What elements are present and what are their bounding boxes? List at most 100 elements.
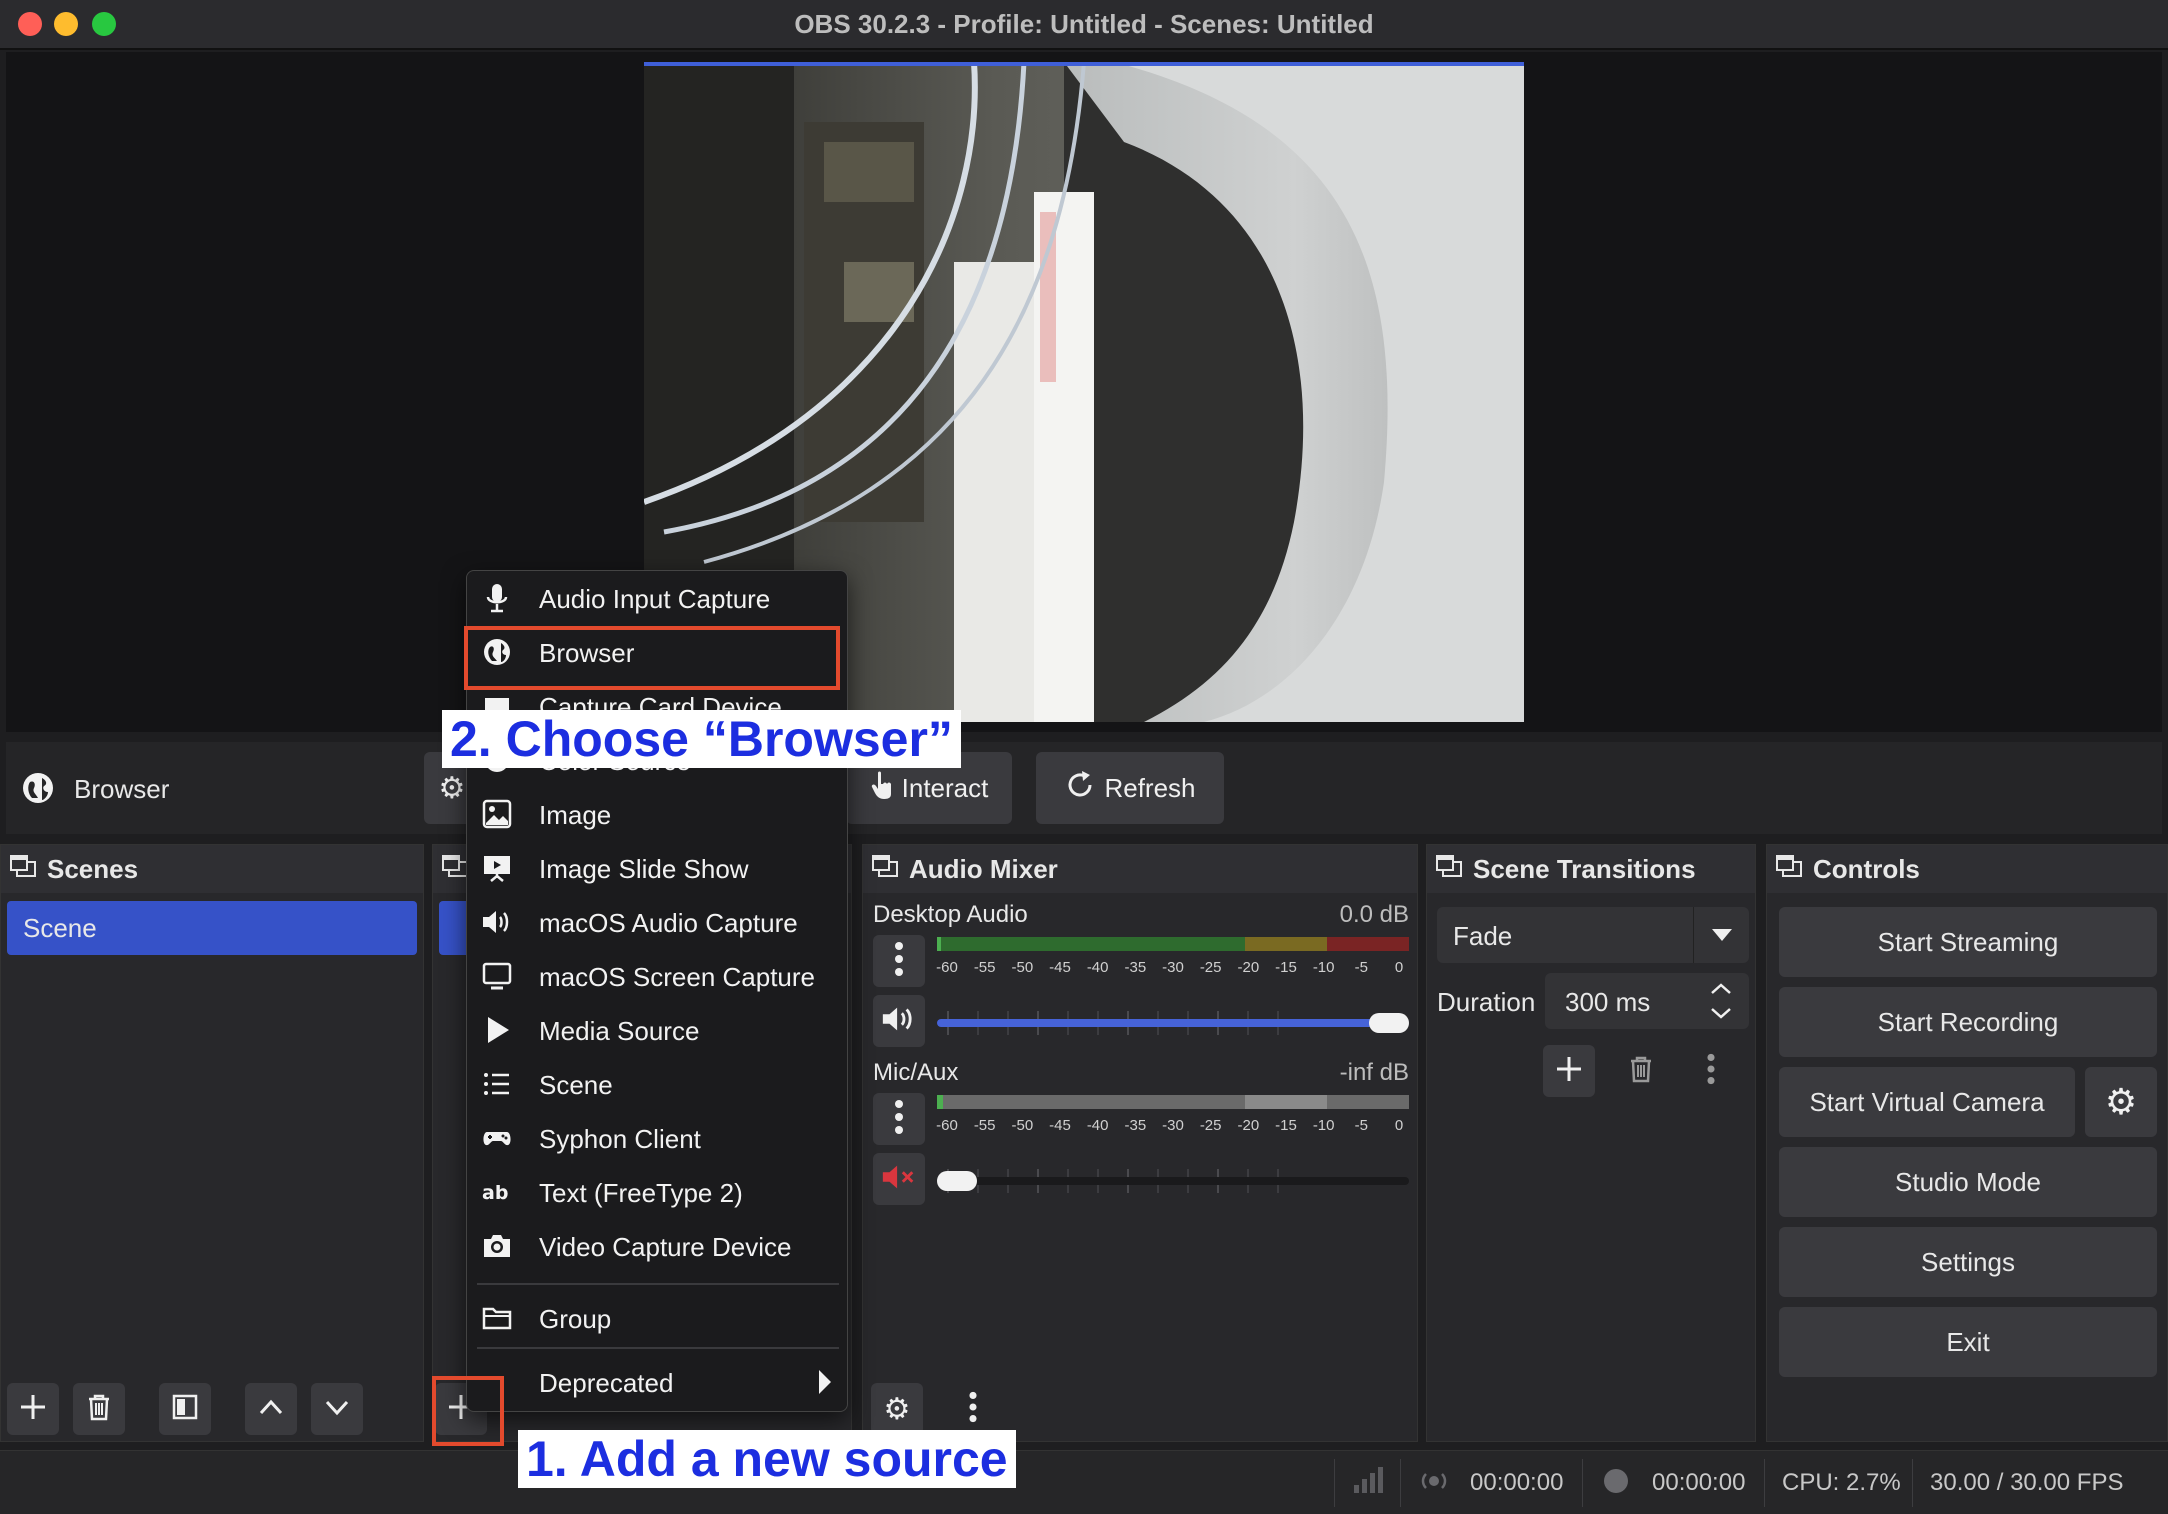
menu-item-label: macOS Audio Capture (539, 908, 798, 938)
controls-dock: Controls Start Streaming Start Recording… (1766, 844, 2168, 1442)
transition-select[interactable]: Fade (1437, 907, 1749, 963)
microphone-icon (479, 580, 515, 616)
source-toolbar: Browser ⚙ Interact Refresh (6, 742, 2162, 834)
hand-pointer-icon (870, 770, 894, 807)
meter-scale-label: 0 (1394, 959, 1404, 976)
menu-item-label: macOS Screen Capture (539, 962, 816, 992)
scene-transitions-dock: Scene Transitions Fade Duration 300 ms (1426, 844, 1756, 1442)
speaker-icon (479, 904, 515, 940)
scenes-title: Scenes (47, 853, 139, 884)
desktop-audio-mute-button[interactable] (873, 995, 925, 1047)
menu-item-text-freetype-2[interactable]: ab Text (FreeType 2) (467, 1165, 847, 1219)
move-scene-up-button[interactable] (245, 1383, 297, 1435)
meter-scale-label: -10 (1312, 959, 1335, 976)
menu-item-video-capture-device[interactable]: Video Capture Device (467, 1219, 847, 1273)
desktop-audio-volume-slider[interactable] (937, 1013, 1409, 1033)
scene-list-item[interactable]: Scene (7, 901, 417, 955)
menu-item-group[interactable]: Group (467, 1291, 847, 1345)
mic-aux-scale: -60 -55 -50 -45 -40 -35 -30 -25 -20 -15 -10 -5 0 (936, 1115, 1409, 1137)
meter-scale-label: -60 (936, 1117, 958, 1134)
menu-item-macos-audio-capture[interactable]: macOS Audio Capture (467, 895, 847, 949)
move-scene-down-button[interactable] (311, 1383, 363, 1435)
mic-aux-mute-button[interactable] (873, 1153, 925, 1205)
menu-item-label: Deprecated (539, 1368, 674, 1398)
selected-source-name: Browser (74, 774, 170, 804)
meter-scale-label: -15 (1275, 959, 1297, 976)
menu-item-label: Image (539, 800, 612, 830)
start-virtual-camera-button[interactable]: Start Virtual Camera (1779, 1067, 2075, 1137)
scene-filters-button[interactable] (159, 1383, 211, 1435)
menu-item-macos-screen-capture[interactable]: macOS Screen Capture (467, 949, 847, 1003)
start-streaming-button[interactable]: Start Streaming (1779, 907, 2157, 977)
menu-item-label: Text (FreeType 2) (539, 1178, 743, 1208)
menu-item-audio-input-capture[interactable]: Audio Input Capture (467, 571, 847, 625)
speaker-muted-icon (880, 1161, 918, 1198)
gear-icon: ⚙ (438, 771, 466, 805)
meter-scale-label: -30 (1162, 959, 1184, 976)
menu-item-deprecated[interactable]: Deprecated (467, 1355, 847, 1409)
menu-item-media-source[interactable]: Media Source (467, 1003, 847, 1057)
scenes-dock: Scenes Scene (0, 844, 424, 1442)
svg-text:ab: ab (482, 1182, 508, 1204)
dock-icon (441, 852, 469, 887)
menu-item-scene[interactable]: Scene (467, 1057, 847, 1111)
scenes-dock-header: Scenes (1, 845, 423, 893)
exit-button[interactable]: Exit (1779, 1307, 2157, 1377)
fps-counter: 30.00 / 30.00 FPS (1930, 1469, 2124, 1496)
virtual-camera-settings-button[interactable]: ⚙ (2085, 1067, 2157, 1137)
menu-item-label: Video Capture Device (539, 1232, 792, 1262)
duration-input[interactable]: 300 ms (1545, 973, 1749, 1029)
add-scene-button[interactable] (7, 1383, 59, 1435)
title-bar: OBS 30.2.3 - Profile: Untitled - Scenes:… (0, 0, 2168, 50)
annotation-step-2: 2. Choose “Browser” (442, 710, 961, 768)
volume-knob[interactable] (937, 1171, 977, 1191)
audio-mixer-title: Audio Mixer (909, 853, 1058, 884)
mic-aux-channel: Mic/Aux -inf dB -60 -55 -50 -45 -40 -35 -30 -25… (873, 1059, 1409, 1209)
dock-icon (9, 852, 37, 887)
folder-icon (479, 1300, 515, 1336)
duration-spinner[interactable] (1693, 973, 1749, 1029)
duration-value: 300 ms (1565, 987, 1651, 1017)
dock-icon (1435, 852, 1463, 887)
channel-name: Mic/Aux (873, 1059, 959, 1086)
start-recording-button[interactable]: Start Recording (1779, 987, 2157, 1057)
trash-icon (1625, 1053, 1657, 1090)
meter-scale-label: -50 (1011, 1117, 1034, 1134)
audio-mixer-menu-button[interactable] (947, 1383, 999, 1435)
status-bar: 00:00:00 00:00:00 CPU: 2.7% 30.00 / 30.0… (0, 1450, 2168, 1514)
transition-buttons (1543, 1037, 1743, 1103)
refresh-icon (1064, 769, 1096, 808)
meter-scale-label: -35 (1124, 1117, 1147, 1134)
meter-scale-label: -15 (1275, 1117, 1297, 1134)
speaker-icon (880, 1003, 918, 1040)
mic-aux-volume-slider[interactable] (937, 1171, 1409, 1191)
channel-menu-button[interactable] (873, 935, 925, 987)
transition-menu-button[interactable] (1685, 1045, 1737, 1097)
gears-icon: ⚙ (883, 1392, 911, 1426)
remove-scene-button[interactable] (73, 1383, 125, 1435)
channel-menu-button[interactable] (873, 1093, 925, 1145)
audio-mixer-header: Audio Mixer (863, 845, 1417, 893)
volume-knob[interactable] (1369, 1013, 1409, 1033)
advanced-audio-button[interactable]: ⚙ (871, 1383, 923, 1435)
channel-level: -inf dB (1339, 1059, 1409, 1086)
remove-transition-button[interactable] (1615, 1045, 1667, 1097)
menu-item-syphon-client[interactable]: Syphon Client (467, 1111, 847, 1165)
desktop-audio-scale: -60 -55 -50 -45 -40 -35 -30 -25 -20 -15 -10 -5 0 (936, 957, 1409, 979)
meter-scale-label: -25 (1199, 959, 1222, 976)
meter-scale-label: -5 (1354, 1117, 1368, 1134)
studio-mode-button[interactable]: Studio Mode (1779, 1147, 2157, 1217)
submenu-arrow-icon (819, 1370, 831, 1394)
settings-button[interactable]: Settings (1779, 1227, 2157, 1297)
refresh-button[interactable]: Refresh (1036, 752, 1224, 824)
meter-scale-label: -35 (1124, 959, 1147, 976)
menu-separator (477, 1347, 839, 1349)
menu-item-label: Group (539, 1304, 612, 1334)
menu-item-image-slide-show[interactable]: Image Slide Show (467, 841, 847, 895)
meter-scale-label: -45 (1049, 959, 1071, 976)
add-transition-button[interactable] (1543, 1045, 1595, 1097)
meter-scale-label: -60 (936, 959, 958, 976)
trash-icon (83, 1391, 115, 1428)
menu-item-image[interactable]: Image (467, 787, 847, 841)
streaming-status-icon (1420, 1467, 1448, 1502)
